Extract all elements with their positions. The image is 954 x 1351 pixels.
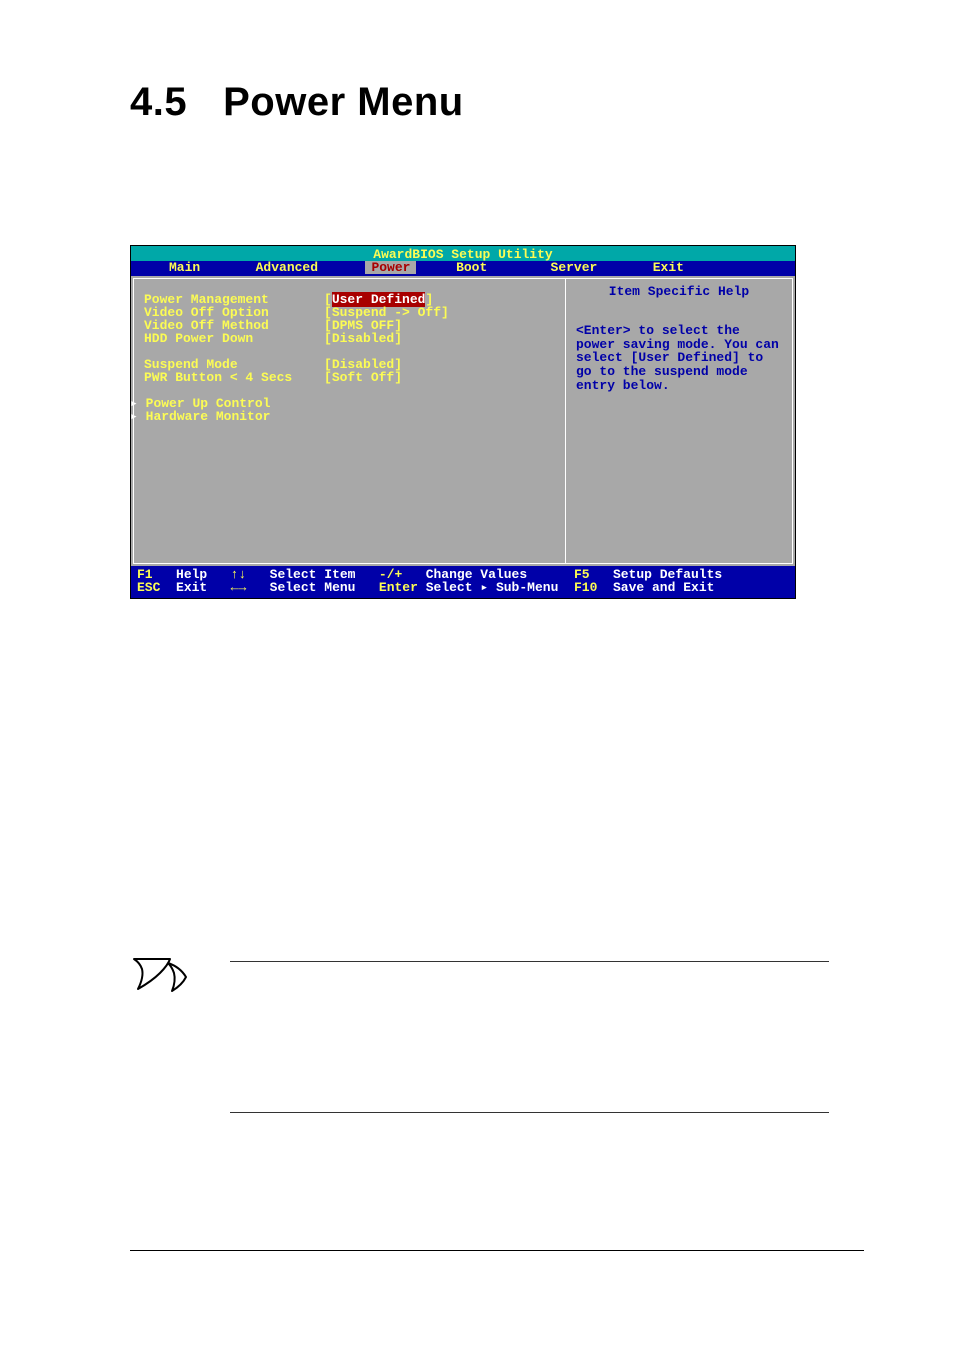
section-title: Power Menu [223,80,464,124]
setting-label: PWR Button < 4 Secs [144,371,324,384]
setting-row[interactable]: HDD Power Down [Disabled] [144,332,559,345]
bios-tab-advanced[interactable]: Advanced [248,261,326,274]
section-heading: 4.5 Power Menu [130,80,829,125]
note-block [130,961,829,1113]
page-footer-rule [130,1250,864,1251]
note-content [230,961,829,1113]
bios-help-panel: Item Specific Help <Enter> to select the… [565,278,793,564]
bios-tab-main[interactable]: Main [161,261,208,274]
help-body: <Enter> to select the power saving mode.… [576,324,782,392]
submenu-item[interactable]: Hardware Monitor [144,410,559,423]
bios-tab-power[interactable]: Power [365,261,416,274]
bios-tab-exit[interactable]: Exit [645,261,692,274]
bios-screenshot: AwardBIOS Setup Utility Main Advanced Po… [130,245,796,599]
divider [230,961,829,962]
setting-value: [Soft Off] [324,371,402,384]
note-icon [132,955,192,1001]
bios-footer: F1 Help ↑↓ Select Item -/+ Change Values… [131,566,795,598]
bios-tab-bar: Main Advanced Power Boot Server Exit [131,261,795,276]
bios-title: AwardBIOS Setup Utility [131,246,795,261]
setting-value: [Disabled] [324,332,402,345]
bios-settings-panel: Power Management [User Defined] Video Of… [133,278,565,564]
help-header: Item Specific Help [576,285,782,298]
setting-row[interactable]: PWR Button < 4 Secs [Soft Off] [144,371,559,384]
setting-label: HDD Power Down [144,332,324,345]
section-number: 4.5 [130,80,187,124]
bios-tab-boot[interactable]: Boot [448,261,495,274]
bios-body: Power Management [User Defined] Video Of… [131,276,795,566]
bios-tab-server[interactable]: Server [543,261,606,274]
divider [230,1112,829,1113]
